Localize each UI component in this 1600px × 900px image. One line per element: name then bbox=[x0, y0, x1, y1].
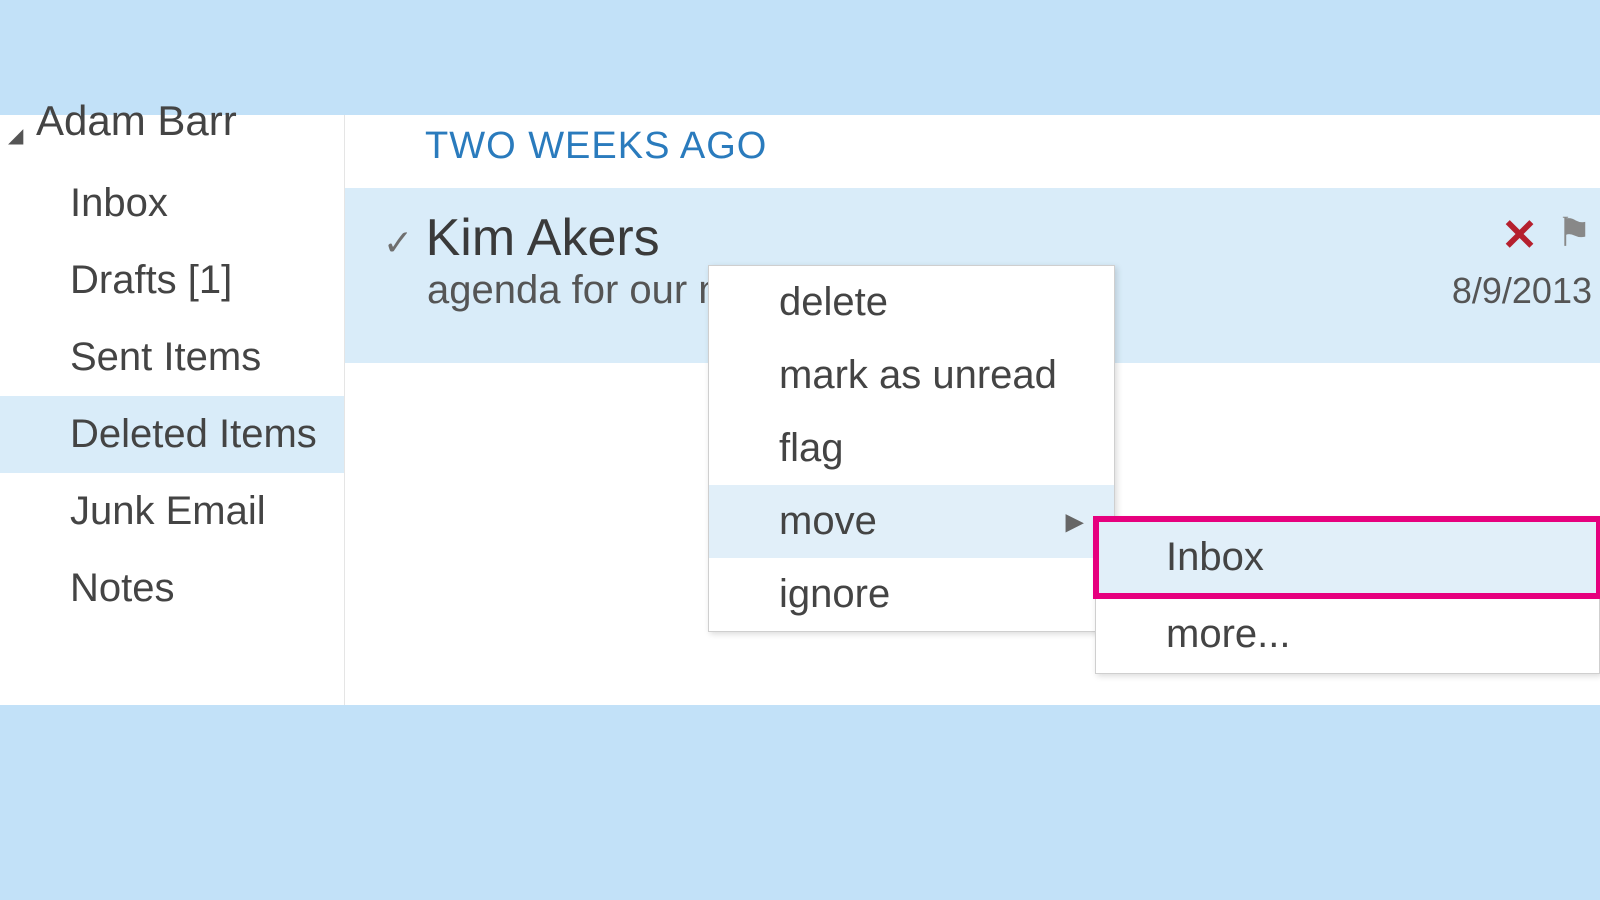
account-name[interactable]: Adam Barr bbox=[0, 97, 344, 145]
menu-flag[interactable]: flag bbox=[709, 412, 1114, 485]
menu-mark-unread[interactable]: mark as unread bbox=[709, 339, 1114, 412]
menu-move-label: move bbox=[779, 499, 877, 543]
move-submenu: Inbox more... bbox=[1095, 518, 1600, 674]
flag-icon[interactable]: ⚑ bbox=[1556, 210, 1592, 256]
date-group-header: TWO WEEKS AGO bbox=[345, 115, 1600, 188]
chevron-right-icon: ▶ bbox=[1066, 507, 1084, 536]
folder-sent-items[interactable]: Sent Items bbox=[0, 319, 344, 396]
message-context-menu: delete mark as unread flag move ▶ ignore bbox=[708, 265, 1115, 632]
message-sender: Kim Akers bbox=[426, 208, 660, 268]
submenu-more[interactable]: more... bbox=[1096, 596, 1599, 673]
folder-drafts[interactable]: Drafts [1] bbox=[0, 242, 344, 319]
menu-ignore[interactable]: ignore bbox=[709, 558, 1114, 631]
menu-delete[interactable]: delete bbox=[709, 266, 1114, 339]
folder-sidebar: ◢ Adam Barr Inbox Drafts [1] Sent Items … bbox=[0, 115, 345, 705]
folder-junk-email[interactable]: Junk Email bbox=[0, 473, 344, 550]
delete-icon[interactable]: ✕ bbox=[1501, 210, 1538, 261]
folder-notes[interactable]: Notes bbox=[0, 550, 344, 627]
message-date: 8/9/2013 bbox=[1452, 270, 1592, 312]
folder-deleted-items[interactable]: Deleted Items bbox=[0, 396, 344, 473]
folder-list: Inbox Drafts [1] Sent Items Deleted Item… bbox=[0, 165, 344, 627]
check-icon: ✓ bbox=[383, 222, 413, 264]
submenu-inbox[interactable]: Inbox bbox=[1096, 519, 1599, 596]
menu-move[interactable]: move ▶ bbox=[709, 485, 1114, 558]
folder-inbox[interactable]: Inbox bbox=[0, 165, 344, 242]
